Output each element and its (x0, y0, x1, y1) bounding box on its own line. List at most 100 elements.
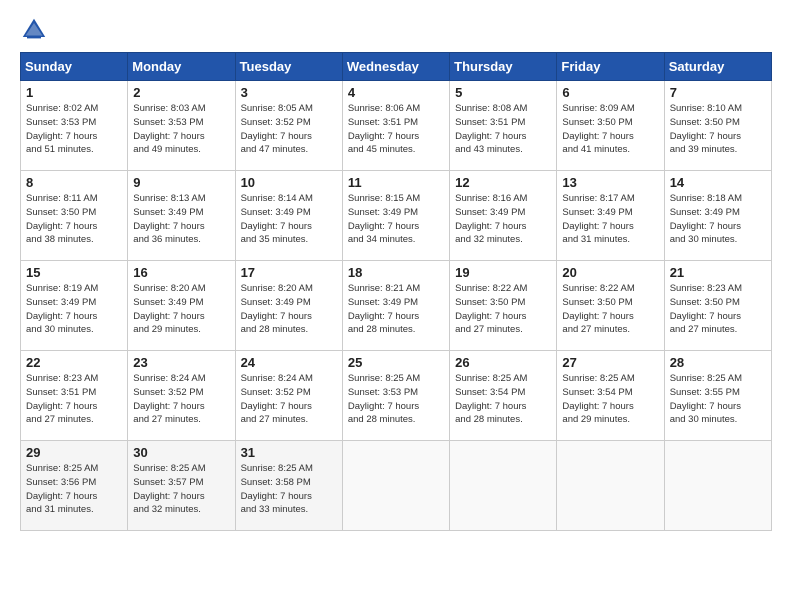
day-cell (664, 441, 771, 531)
day-info: Sunrise: 8:22 AM Sunset: 3:50 PM Dayligh… (562, 282, 658, 337)
day-cell: 14 Sunrise: 8:18 AM Sunset: 3:49 PM Dayli… (664, 171, 771, 261)
day-number: 12 (455, 175, 551, 190)
day-info: Sunrise: 8:10 AM Sunset: 3:50 PM Dayligh… (670, 102, 766, 157)
day-info: Sunrise: 8:25 AM Sunset: 3:54 PM Dayligh… (562, 372, 658, 427)
day-number: 5 (455, 85, 551, 100)
day-cell: 13 Sunrise: 8:17 AM Sunset: 3:49 PM Dayli… (557, 171, 664, 261)
day-cell (342, 441, 449, 531)
day-info: Sunrise: 8:20 AM Sunset: 3:49 PM Dayligh… (133, 282, 229, 337)
day-info: Sunrise: 8:11 AM Sunset: 3:50 PM Dayligh… (26, 192, 122, 247)
day-info: Sunrise: 8:05 AM Sunset: 3:52 PM Dayligh… (241, 102, 337, 157)
weekday-wednesday: Wednesday (342, 53, 449, 81)
day-info: Sunrise: 8:22 AM Sunset: 3:50 PM Dayligh… (455, 282, 551, 337)
weekday-friday: Friday (557, 53, 664, 81)
day-info: Sunrise: 8:19 AM Sunset: 3:49 PM Dayligh… (26, 282, 122, 337)
day-number: 2 (133, 85, 229, 100)
day-info: Sunrise: 8:02 AM Sunset: 3:53 PM Dayligh… (26, 102, 122, 157)
day-cell: 20 Sunrise: 8:22 AM Sunset: 3:50 PM Dayli… (557, 261, 664, 351)
day-number: 28 (670, 355, 766, 370)
day-number: 4 (348, 85, 444, 100)
day-number: 17 (241, 265, 337, 280)
day-info: Sunrise: 8:23 AM Sunset: 3:50 PM Dayligh… (670, 282, 766, 337)
day-cell: 24 Sunrise: 8:24 AM Sunset: 3:52 PM Dayli… (235, 351, 342, 441)
day-info: Sunrise: 8:25 AM Sunset: 3:53 PM Dayligh… (348, 372, 444, 427)
day-info: Sunrise: 8:06 AM Sunset: 3:51 PM Dayligh… (348, 102, 444, 157)
day-number: 11 (348, 175, 444, 190)
day-info: Sunrise: 8:09 AM Sunset: 3:50 PM Dayligh… (562, 102, 658, 157)
day-info: Sunrise: 8:17 AM Sunset: 3:49 PM Dayligh… (562, 192, 658, 247)
day-cell: 3 Sunrise: 8:05 AM Sunset: 3:52 PM Daylig… (235, 81, 342, 171)
day-info: Sunrise: 8:24 AM Sunset: 3:52 PM Dayligh… (133, 372, 229, 427)
day-info: Sunrise: 8:21 AM Sunset: 3:49 PM Dayligh… (348, 282, 444, 337)
day-info: Sunrise: 8:25 AM Sunset: 3:58 PM Dayligh… (241, 462, 337, 517)
day-info: Sunrise: 8:25 AM Sunset: 3:56 PM Dayligh… (26, 462, 122, 517)
day-number: 14 (670, 175, 766, 190)
day-cell: 23Sunrise: 8:24 AM Sunset: 3:52 PM Dayli… (128, 351, 235, 441)
day-cell (450, 441, 557, 531)
day-number: 8 (26, 175, 122, 190)
day-info: Sunrise: 8:14 AM Sunset: 3:49 PM Dayligh… (241, 192, 337, 247)
day-info: Sunrise: 8:13 AM Sunset: 3:49 PM Dayligh… (133, 192, 229, 247)
day-cell: 19 Sunrise: 8:22 AM Sunset: 3:50 PM Dayli… (450, 261, 557, 351)
day-number: 13 (562, 175, 658, 190)
day-cell: 31Sunrise: 8:25 AM Sunset: 3:58 PM Dayli… (235, 441, 342, 531)
day-cell: 11Sunrise: 8:15 AM Sunset: 3:49 PM Dayli… (342, 171, 449, 261)
week-row-4: 22 Sunrise: 8:23 AM Sunset: 3:51 PM Dayli… (21, 351, 772, 441)
day-info: Sunrise: 8:25 AM Sunset: 3:55 PM Dayligh… (670, 372, 766, 427)
day-cell: 18 Sunrise: 8:21 AM Sunset: 3:49 PM Dayli… (342, 261, 449, 351)
calendar-body: 1 Sunrise: 8:02 AM Sunset: 3:53 PM Daylig… (21, 81, 772, 531)
day-cell (557, 441, 664, 531)
day-cell: 22 Sunrise: 8:23 AM Sunset: 3:51 PM Dayli… (21, 351, 128, 441)
day-number: 6 (562, 85, 658, 100)
day-number: 15 (26, 265, 122, 280)
logo-icon (20, 16, 48, 44)
day-cell: 10 Sunrise: 8:14 AM Sunset: 3:49 PM Dayli… (235, 171, 342, 261)
weekday-sunday: Sunday (21, 53, 128, 81)
day-number: 10 (241, 175, 337, 190)
day-number: 20 (562, 265, 658, 280)
weekday-saturday: Saturday (664, 53, 771, 81)
day-number: 3 (241, 85, 337, 100)
calendar-table: SundayMondayTuesdayWednesdayThursdayFrid… (20, 52, 772, 531)
day-info: Sunrise: 8:25 AM Sunset: 3:54 PM Dayligh… (455, 372, 551, 427)
day-info: Sunrise: 8:08 AM Sunset: 3:51 PM Dayligh… (455, 102, 551, 157)
weekday-thursday: Thursday (450, 53, 557, 81)
day-number: 24 (241, 355, 337, 370)
day-number: 26 (455, 355, 551, 370)
week-row-5: 29Sunrise: 8:25 AM Sunset: 3:56 PM Dayli… (21, 441, 772, 531)
day-cell: 1 Sunrise: 8:02 AM Sunset: 3:53 PM Daylig… (21, 81, 128, 171)
day-number: 30 (133, 445, 229, 460)
day-number: 18 (348, 265, 444, 280)
day-info: Sunrise: 8:16 AM Sunset: 3:49 PM Dayligh… (455, 192, 551, 247)
week-row-3: 15 Sunrise: 8:19 AM Sunset: 3:49 PM Dayli… (21, 261, 772, 351)
day-cell: 25Sunrise: 8:25 AM Sunset: 3:53 PM Dayli… (342, 351, 449, 441)
day-cell: 17 Sunrise: 8:20 AM Sunset: 3:49 PM Dayli… (235, 261, 342, 351)
day-cell: 30Sunrise: 8:25 AM Sunset: 3:57 PM Dayli… (128, 441, 235, 531)
day-number: 9 (133, 175, 229, 190)
day-number: 22 (26, 355, 122, 370)
week-row-2: 8 Sunrise: 8:11 AM Sunset: 3:50 PM Daylig… (21, 171, 772, 261)
day-cell: 2Sunrise: 8:03 AM Sunset: 3:53 PM Daylig… (128, 81, 235, 171)
weekday-tuesday: Tuesday (235, 53, 342, 81)
day-number: 27 (562, 355, 658, 370)
day-cell: 15 Sunrise: 8:19 AM Sunset: 3:49 PM Dayli… (21, 261, 128, 351)
page-header (20, 16, 772, 44)
day-info: Sunrise: 8:23 AM Sunset: 3:51 PM Dayligh… (26, 372, 122, 427)
day-cell: 21 Sunrise: 8:23 AM Sunset: 3:50 PM Dayli… (664, 261, 771, 351)
day-cell: 12 Sunrise: 8:16 AM Sunset: 3:49 PM Dayli… (450, 171, 557, 261)
logo (20, 16, 52, 44)
day-cell: 6 Sunrise: 8:09 AM Sunset: 3:50 PM Daylig… (557, 81, 664, 171)
day-cell: 9 Sunrise: 8:13 AM Sunset: 3:49 PM Daylig… (128, 171, 235, 261)
day-info: Sunrise: 8:18 AM Sunset: 3:49 PM Dayligh… (670, 192, 766, 247)
day-number: 19 (455, 265, 551, 280)
day-cell: 16Sunrise: 8:20 AM Sunset: 3:49 PM Dayli… (128, 261, 235, 351)
day-number: 1 (26, 85, 122, 100)
day-cell: 27 Sunrise: 8:25 AM Sunset: 3:54 PM Dayli… (557, 351, 664, 441)
day-info: Sunrise: 8:20 AM Sunset: 3:49 PM Dayligh… (241, 282, 337, 337)
day-number: 7 (670, 85, 766, 100)
day-number: 21 (670, 265, 766, 280)
day-cell: 4 Sunrise: 8:06 AM Sunset: 3:51 PM Daylig… (342, 81, 449, 171)
weekday-header-row: SundayMondayTuesdayWednesdayThursdayFrid… (21, 53, 772, 81)
day-cell: 28 Sunrise: 8:25 AM Sunset: 3:55 PM Dayli… (664, 351, 771, 441)
day-info: Sunrise: 8:24 AM Sunset: 3:52 PM Dayligh… (241, 372, 337, 427)
